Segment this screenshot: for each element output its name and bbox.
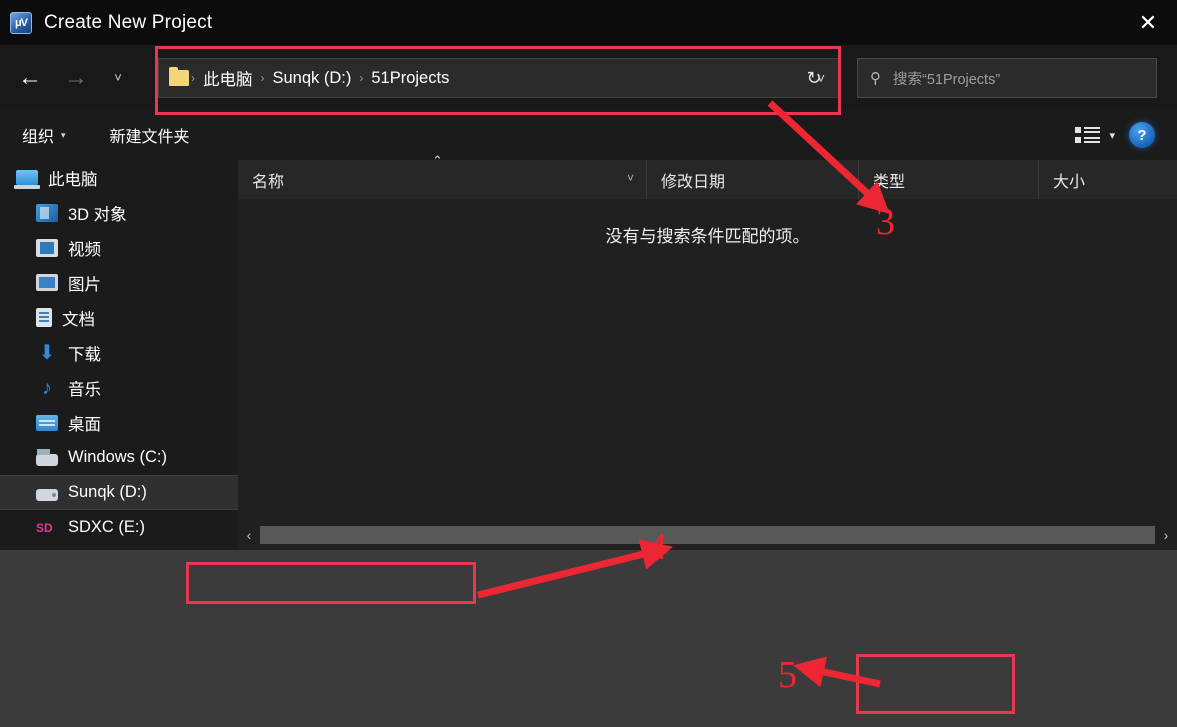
toolbar-right-group: ▾ ? bbox=[1075, 122, 1177, 148]
sidebar-item-music[interactable]: ♪ 音乐 bbox=[0, 370, 238, 405]
search-input[interactable]: 搜索“51Projects” bbox=[893, 68, 1000, 89]
close-icon[interactable]: ✕ bbox=[1119, 0, 1177, 45]
sidebar-item-this-pc[interactable]: 此电脑 bbox=[0, 160, 238, 195]
drive-icon bbox=[36, 489, 58, 501]
bottom-panel: 文件名(N): test ˅ 保存类型(T): Project Files (*… bbox=[0, 550, 1177, 727]
3d-objects-icon bbox=[36, 204, 58, 222]
scroll-left-icon[interactable]: ‹ bbox=[238, 527, 260, 543]
sidebar-item-label: 图片 bbox=[68, 271, 101, 295]
search-icon: ⚲ bbox=[870, 69, 881, 87]
sidebar-item-sunqk-d[interactable]: Sunqk (D:) bbox=[0, 475, 238, 510]
organize-label: 组织 bbox=[22, 123, 54, 147]
sort-ascending-icon: ⌃ bbox=[432, 153, 443, 169]
breadcrumb-separator: › bbox=[189, 71, 197, 85]
file-list-pane: ⌃ 名称 ˅ 修改日期 类型 大小 没有与搜索条件匹配的项。 bbox=[238, 160, 1177, 550]
back-button[interactable]: ← bbox=[14, 58, 46, 98]
scroll-right-icon[interactable]: › bbox=[1155, 527, 1177, 543]
column-header-date-modified[interactable]: 修改日期 bbox=[646, 160, 858, 199]
organize-button[interactable]: 组织 ▾ bbox=[22, 123, 66, 147]
computer-icon bbox=[16, 170, 38, 185]
sidebar-item-downloads[interactable]: ⬇ 下载 bbox=[0, 335, 238, 370]
keil-uvision-icon bbox=[10, 12, 32, 34]
breadcrumb-separator: › bbox=[259, 71, 267, 85]
create-new-project-dialog: Create New Project ✕ ← → ˅ ↑ › 此电脑 › Sun… bbox=[0, 0, 1177, 727]
column-header-size[interactable]: 大小 bbox=[1038, 160, 1177, 199]
horizontal-scrollbar[interactable]: ‹ › bbox=[238, 520, 1177, 550]
sidebar-item-pictures[interactable]: 图片 bbox=[0, 265, 238, 300]
search-box[interactable]: ⚲ 搜索“51Projects” bbox=[857, 58, 1157, 98]
sidebar-item-label: Windows (C:) bbox=[68, 448, 167, 467]
sidebar-item-videos[interactable]: 视频 bbox=[0, 230, 238, 265]
documents-icon bbox=[36, 308, 52, 327]
chevron-down-icon: ▾ bbox=[61, 130, 66, 141]
chevron-down-icon[interactable]: ˅ bbox=[627, 171, 634, 185]
breadcrumb-item-drive-d[interactable]: Sunqk (D:) bbox=[267, 67, 358, 90]
scrollbar-thumb[interactable] bbox=[260, 526, 1155, 544]
music-icon: ♪ bbox=[36, 378, 58, 398]
window-title: Create New Project bbox=[44, 12, 212, 34]
new-folder-button[interactable]: 新建文件夹 bbox=[110, 123, 190, 147]
sidebar-item-label: 3D 对象 bbox=[68, 201, 127, 225]
sidebar-item-label: SDXC (E:) bbox=[68, 518, 145, 537]
sidebar-item-3d-objects[interactable]: 3D 对象 bbox=[0, 195, 238, 230]
sidebar-item-label: 音乐 bbox=[68, 376, 101, 400]
sidebar-item-label: 视频 bbox=[68, 236, 101, 260]
sidebar-item-sdxc-e[interactable]: SD SDXC (E:) bbox=[0, 510, 238, 545]
desktop-icon bbox=[36, 415, 58, 431]
breadcrumb-item-51projects[interactable]: 51Projects bbox=[365, 67, 455, 90]
breadcrumb-separator: › bbox=[357, 71, 365, 85]
column-label: 修改日期 bbox=[661, 168, 725, 192]
sidebar-item-windows-c[interactable]: Windows (C:) bbox=[0, 440, 238, 475]
sd-card-icon: SD bbox=[36, 518, 58, 538]
recent-locations-button[interactable]: ˅ bbox=[102, 58, 134, 98]
folder-icon bbox=[169, 70, 189, 86]
sidebar-item-documents[interactable]: 文档 bbox=[0, 300, 238, 335]
sidebar-item-label: 文档 bbox=[62, 306, 95, 330]
column-label: 大小 bbox=[1053, 168, 1085, 192]
forward-button[interactable]: → bbox=[60, 58, 92, 98]
scrollbar-track[interactable] bbox=[260, 526, 1155, 544]
sidebar-item-label: 下载 bbox=[68, 341, 101, 365]
sidebar-item-desktop[interactable]: 桌面 bbox=[0, 405, 238, 440]
chevron-down-icon[interactable]: ▾ bbox=[1107, 129, 1129, 142]
column-header-type[interactable]: 类型 bbox=[858, 160, 1038, 199]
toolbar: 组织 ▾ 新建文件夹 ▾ ? bbox=[0, 110, 1177, 160]
breadcrumb-item-this-pc[interactable]: 此电脑 bbox=[197, 64, 259, 92]
empty-list-message: 没有与搜索条件匹配的项。 bbox=[238, 222, 1177, 247]
pictures-icon bbox=[36, 274, 58, 291]
title-bar: Create New Project ✕ bbox=[0, 0, 1177, 45]
column-headers: ⌃ 名称 ˅ 修改日期 类型 大小 bbox=[238, 160, 1177, 199]
navigation-pane: 此电脑 3D 对象 视频 图片 文档 ⬇ 下载 ♪ 音乐 桌面 bbox=[0, 160, 238, 550]
sidebar-item-label: Sunqk (D:) bbox=[68, 483, 147, 502]
refresh-icon[interactable]: ↻ bbox=[795, 60, 833, 96]
address-bar[interactable]: › 此电脑 › Sunqk (D:) › 51Projects ˅ bbox=[158, 58, 839, 98]
column-label: 类型 bbox=[873, 168, 905, 192]
help-button[interactable]: ? bbox=[1129, 122, 1155, 148]
column-label: 名称 bbox=[252, 168, 284, 192]
videos-icon bbox=[36, 239, 58, 257]
downloads-icon: ⬇ bbox=[36, 343, 58, 363]
sidebar-item-label: 此电脑 bbox=[48, 166, 98, 190]
column-header-name[interactable]: ⌃ 名称 ˅ bbox=[238, 160, 646, 199]
view-mode-icon[interactable] bbox=[1075, 126, 1101, 144]
sidebar-item-label: 桌面 bbox=[68, 411, 101, 435]
drive-icon bbox=[36, 454, 58, 466]
